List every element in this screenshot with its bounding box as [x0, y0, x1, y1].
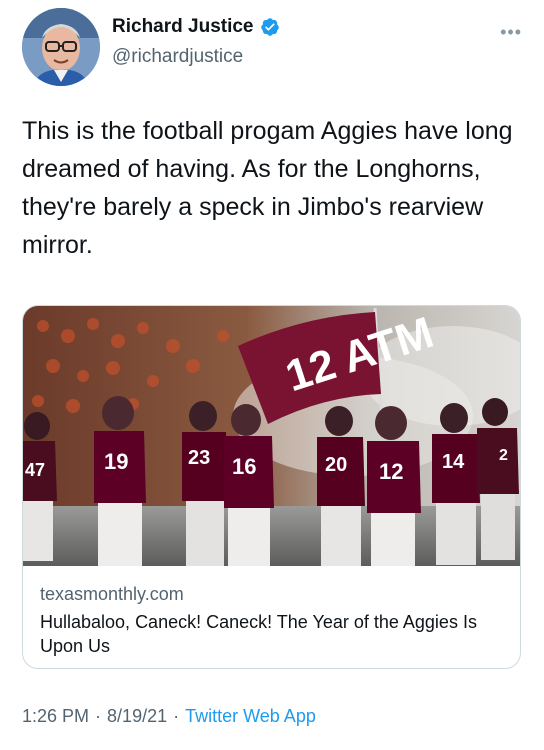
jersey-number: 16: [232, 454, 256, 479]
meta-separator: ·: [95, 706, 102, 726]
tweet-text: This is the football progam Aggies have …: [22, 117, 513, 259]
jersey-number: 12: [379, 459, 403, 484]
card-image: 12 ATM 47 19 23 16 20 12 14 2: [23, 306, 520, 566]
link-card[interactable]: 12 ATM 47 19 23 16 20 12 14 2 texasmonth…: [22, 305, 521, 669]
avatar[interactable]: [22, 8, 100, 86]
meta-separator: ·: [173, 706, 180, 726]
jersey-number: 20: [325, 454, 347, 476]
jersey-number: 19: [104, 449, 128, 474]
jersey-number: 23: [188, 447, 210, 469]
jersey-number: 14: [442, 451, 465, 473]
tweet-date[interactable]: 8/19/21: [107, 706, 167, 727]
verified-badge-icon: [260, 18, 279, 36]
author-handle[interactable]: @richardjustice: [112, 46, 243, 68]
jersey-number: 47: [25, 460, 45, 480]
avatar-photo: [22, 8, 100, 86]
author-name[interactable]: Richard Justice: [112, 16, 254, 38]
tweet-time[interactable]: 1:26 PM: [22, 706, 89, 727]
tweet-meta: 1:26 PM · 8/19/21 · Twitter Web App: [22, 706, 316, 727]
jersey-number: 2: [499, 447, 508, 464]
more-options-icon[interactable]: •••: [500, 22, 522, 43]
card-title[interactable]: Hullabaloo, Caneck! Caneck! The Year of …: [40, 610, 505, 658]
source-app-link[interactable]: Twitter Web App: [185, 706, 316, 727]
card-domain: texasmonthly.com: [40, 584, 184, 604]
author-name-row[interactable]: Richard Justice: [112, 16, 280, 38]
